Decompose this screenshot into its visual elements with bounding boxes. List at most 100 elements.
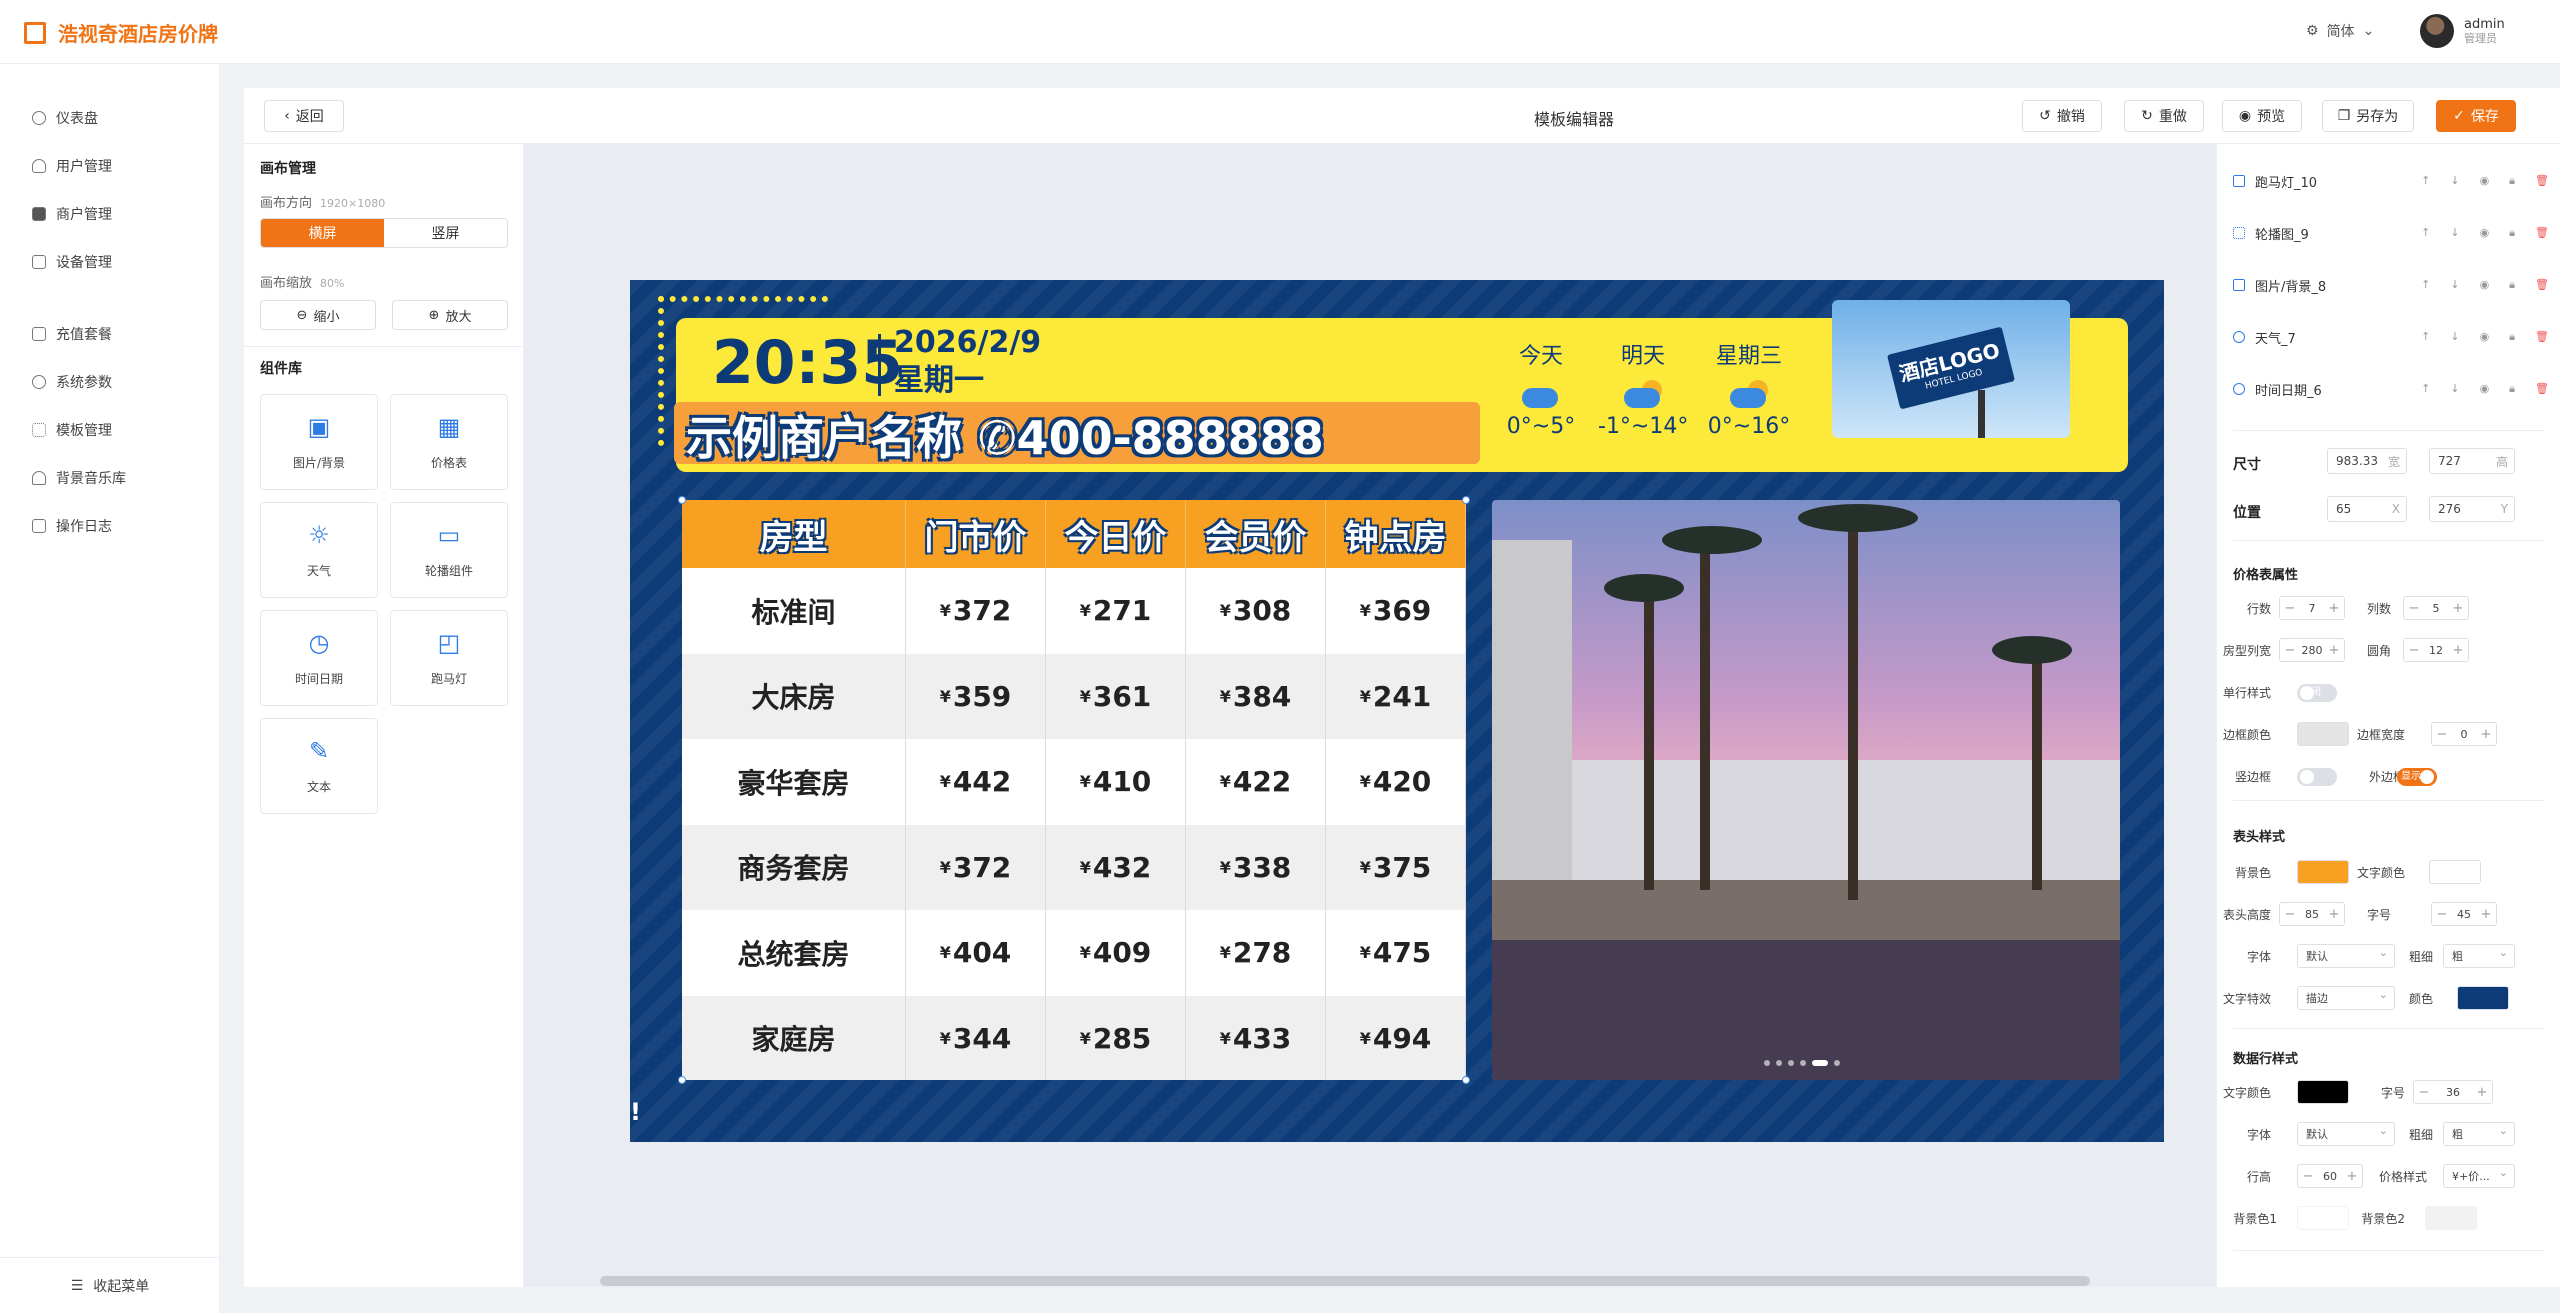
minus-icon[interactable]: −	[2432, 907, 2452, 922]
price-table[interactable]: 房型 门市价 今日价 会员价 钟点房 标准间 ¥372 ¥271 ¥308 ¥369 大床房 ¥359…	[682, 500, 1466, 1080]
border-color-swatch[interactable]	[2297, 722, 2349, 746]
y-input[interactable]: 276 Y	[2429, 496, 2515, 522]
resize-handle[interactable]	[1462, 496, 1470, 504]
plus-icon[interactable]: +	[2342, 1169, 2362, 1184]
plus-icon[interactable]: +	[2324, 643, 2344, 658]
type-column-stepper[interactable]: −280 +	[2279, 638, 2345, 662]
save-as-button[interactable]: ❐ 另存为	[2322, 100, 2414, 132]
single-row-toggle[interactable]: 关闭	[2297, 684, 2337, 702]
component-marquee[interactable]: ◰ 跑马灯	[390, 610, 508, 706]
carousel-image[interactable]	[1492, 500, 2120, 1080]
weather-tomorrow[interactable]: 明天 -1°~14°	[1598, 338, 1688, 439]
plus-icon[interactable]: +	[2476, 907, 2496, 922]
component-carousel[interactable]: ▭ 轮播组件	[390, 502, 508, 598]
bg-color-2-swatch[interactable]	[2425, 1206, 2477, 1230]
resize-handle[interactable]	[1462, 1076, 1470, 1084]
hotel-logo-image[interactable]: 酒店LOGO HOTEL LOGO	[1832, 300, 2070, 438]
line-height-stepper[interactable]: −60 +	[2297, 1164, 2363, 1188]
sidebar-item-settings[interactable]: 系统参数	[32, 368, 112, 396]
minus-icon[interactable]: −	[2432, 727, 2452, 742]
weather-today[interactable]: 今天 0°~5°	[1496, 338, 1586, 439]
outer-border-toggle[interactable]: 显示	[2397, 768, 2437, 786]
plus-icon[interactable]: +	[2324, 907, 2344, 922]
component-image[interactable]: ▣ 图片/背景	[260, 394, 378, 490]
component-clock[interactable]: ◷ 时间日期	[260, 610, 378, 706]
move-up-icon[interactable]: ↑	[2421, 226, 2430, 240]
data-weight-select[interactable]: 粗	[2443, 1122, 2515, 1146]
weather-wednesday[interactable]: 星期三 0°~16°	[1704, 338, 1794, 439]
sidebar-item-users[interactable]: 用户管理	[32, 152, 112, 180]
move-down-icon[interactable]: ↓	[2450, 278, 2459, 292]
lock-icon[interactable]: 🔒︎	[2509, 174, 2515, 188]
sidebar-item-templates[interactable]: 模板管理	[32, 416, 112, 444]
eye-icon[interactable]: ◉	[2480, 226, 2490, 240]
move-up-icon[interactable]: ↑	[2421, 278, 2430, 292]
sidebar-item-music[interactable]: 背景音乐库	[32, 464, 126, 492]
preview-button[interactable]: ◉ 预览	[2222, 100, 2302, 132]
minus-icon[interactable]: −	[2404, 601, 2424, 616]
component-weather[interactable]: ☼ 天气	[260, 502, 378, 598]
plus-icon[interactable]: +	[2448, 643, 2468, 658]
language-switch[interactable]: ⚙ 简体 ⌄	[2306, 21, 2374, 41]
move-down-icon[interactable]: ↓	[2450, 382, 2459, 396]
move-down-icon[interactable]: ↓	[2450, 330, 2459, 344]
bg-color-1-swatch[interactable]	[2297, 1206, 2349, 1230]
carousel-indicators[interactable]	[1764, 1060, 1840, 1066]
header-font-select[interactable]: 默认	[2297, 944, 2395, 968]
data-text-swatch[interactable]	[2297, 1080, 2349, 1104]
vertical-border-toggle[interactable]	[2297, 768, 2337, 786]
move-up-icon[interactable]: ↑	[2421, 382, 2430, 396]
eye-icon[interactable]: ◉	[2480, 278, 2490, 292]
radius-stepper[interactable]: −12 +	[2403, 638, 2469, 662]
zoom-in-button[interactable]: ⊕ 放大	[392, 300, 508, 330]
trash-icon[interactable]: 🗑︎	[2535, 278, 2549, 292]
move-down-icon[interactable]: ↓	[2450, 226, 2459, 240]
plus-icon[interactable]: +	[2448, 601, 2468, 616]
rows-stepper[interactable]: −7 +	[2279, 596, 2345, 620]
text-effect-select[interactable]: 描边	[2297, 986, 2395, 1010]
header-text-swatch[interactable]	[2429, 860, 2481, 884]
save-button[interactable]: ✓ 保存	[2436, 100, 2516, 132]
plus-icon[interactable]: +	[2476, 727, 2496, 742]
merchant-name[interactable]: 示例商户名称 ✆400-888888	[686, 402, 1324, 468]
data-font-size-stepper[interactable]: −36 +	[2413, 1080, 2493, 1104]
price-format-select[interactable]: ¥+价...	[2443, 1164, 2515, 1188]
horizontal-scrollbar[interactable]	[600, 1276, 2090, 1286]
x-input[interactable]: 65 X	[2327, 496, 2407, 522]
sidebar-item-recharge[interactable]: 充值套餐	[32, 320, 112, 348]
header-weight-select[interactable]: 粗	[2443, 944, 2515, 968]
trash-icon[interactable]: 🗑︎	[2535, 226, 2549, 240]
landscape-option[interactable]: 横屏	[261, 219, 384, 247]
clock-date[interactable]: 2026/2/9 星期一	[894, 324, 1041, 400]
user-menu[interactable]: admin 管理员	[2420, 14, 2505, 48]
component-text[interactable]: ✎ 文本	[260, 718, 378, 814]
trash-icon[interactable]: 🗑︎	[2535, 330, 2549, 344]
lock-icon[interactable]: 🔒︎	[2509, 330, 2515, 344]
zoom-out-button[interactable]: ⊖ 缩小	[260, 300, 376, 330]
lock-icon[interactable]: 🔒︎	[2509, 382, 2515, 396]
signage-canvas[interactable]: 20:35 2026/2/9 星期一 示例商户名称 ✆400-888888 今天 0…	[630, 280, 2164, 1142]
redo-button[interactable]: ↻ 重做	[2124, 100, 2204, 132]
sidebar-item-merchants[interactable]: 商户管理	[32, 200, 112, 228]
trash-icon[interactable]: 🗑︎	[2535, 382, 2549, 396]
trash-icon[interactable]: 🗑︎	[2535, 174, 2549, 188]
data-font-select[interactable]: 默认	[2297, 1122, 2395, 1146]
resize-handle[interactable]	[678, 1076, 686, 1084]
header-height-stepper[interactable]: −85 +	[2279, 902, 2345, 926]
layer-image[interactable]: 图片/背景_8 ↑ ↓ ◉ 🔒︎ 🗑︎	[2233, 270, 2549, 300]
plus-icon[interactable]: +	[2472, 1085, 2492, 1100]
plus-icon[interactable]: +	[2324, 601, 2344, 616]
marquee-text[interactable]: !	[630, 1098, 641, 1126]
collapse-menu-button[interactable]: ☰ 收起菜单	[0, 1257, 220, 1313]
eye-icon[interactable]: ◉	[2480, 382, 2490, 396]
move-up-icon[interactable]: ↑	[2421, 174, 2430, 188]
border-width-stepper[interactable]: −0 +	[2431, 722, 2497, 746]
resize-handle[interactable]	[678, 496, 686, 504]
minus-icon[interactable]: −	[2298, 1169, 2318, 1184]
undo-button[interactable]: ↺ 撤销	[2022, 100, 2102, 132]
lock-icon[interactable]: 🔒︎	[2509, 226, 2515, 240]
back-button[interactable]: ‹ 返回	[264, 100, 344, 132]
sidebar-item-dashboard[interactable]: 仪表盘	[32, 104, 98, 132]
header-bg-swatch[interactable]	[2297, 860, 2349, 884]
minus-icon[interactable]: −	[2414, 1085, 2434, 1100]
